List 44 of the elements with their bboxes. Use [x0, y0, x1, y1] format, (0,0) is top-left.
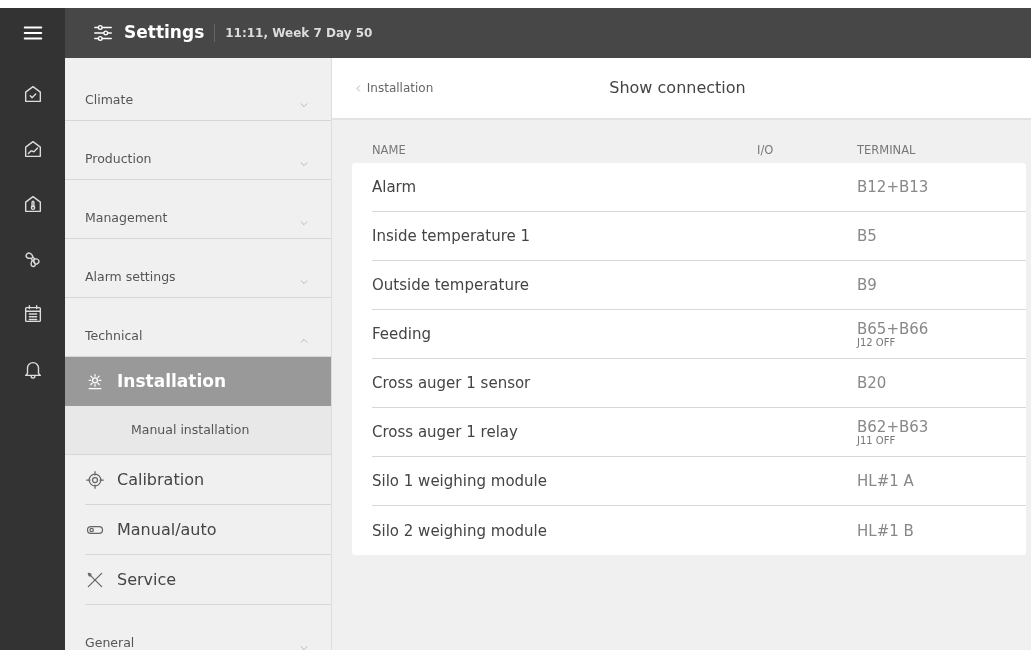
- sidebar-subitem[interactable]: Manual installation: [65, 406, 331, 455]
- sidebar-group[interactable]: Alarm settings: [65, 239, 331, 298]
- sidebar-item[interactable]: Manual/auto: [85, 505, 331, 554]
- chevron-down-icon: [299, 100, 309, 110]
- sidebar-item[interactable]: Calibration: [85, 455, 331, 504]
- clock-text: 11:11, Week 7 Day 50: [214, 24, 373, 42]
- sidebar-group[interactable]: General: [65, 605, 331, 650]
- sidebar-group[interactable]: Climate: [65, 62, 331, 121]
- table-cell: Cross auger 1 sensor: [372, 374, 531, 392]
- table-cell: Cross auger 1 relay: [372, 423, 518, 441]
- chevron-left-icon: [354, 84, 363, 93]
- table-cell: B20: [857, 375, 887, 392]
- chevron-down-icon: [299, 159, 309, 169]
- terminal-note: J12 OFF: [857, 337, 897, 348]
- table-cell: HL#1 A: [857, 473, 914, 490]
- chevron-down-icon: [299, 277, 309, 287]
- header-title: Settings: [124, 21, 205, 45]
- table-cell: B9: [857, 277, 877, 294]
- table-cell: Alarm: [372, 178, 417, 196]
- table-cell: Feeding: [372, 325, 431, 343]
- menu-button[interactable]: [0, 8, 65, 58]
- table-cell: B12+B13: [857, 179, 929, 196]
- target-icon: [85, 469, 105, 490]
- sidebar-group[interactable]: Management: [65, 180, 331, 239]
- chevron-up-icon: [299, 336, 309, 346]
- column-header: TERMINAL: [857, 143, 916, 157]
- table-cell: B65+B66: [857, 320, 929, 337]
- page-title: Show connection: [609, 78, 747, 97]
- chevron-down-icon: [299, 218, 309, 228]
- sidebar-item[interactable]: Service: [85, 555, 331, 604]
- column-header: NAME: [372, 143, 406, 157]
- sidebar-group[interactable]: Production: [65, 121, 331, 180]
- table-cell: Inside temperature 1: [372, 227, 531, 245]
- table-cell: Silo 1 weighing module: [372, 472, 547, 490]
- back-link[interactable]: Installation: [354, 79, 434, 97]
- terminal-note: J11 OFF: [857, 435, 897, 446]
- chevron-down-icon: [299, 643, 309, 650]
- table-cell: Outside temperature: [372, 276, 529, 294]
- column-header: I/O: [757, 143, 774, 157]
- sliders-icon: [92, 22, 114, 44]
- table-cell: B62+B63: [857, 418, 929, 435]
- table-cell: Silo 2 weighing module: [372, 521, 547, 540]
- table-cell: B5: [857, 228, 877, 245]
- table-cell: HL#1 B: [857, 522, 914, 539]
